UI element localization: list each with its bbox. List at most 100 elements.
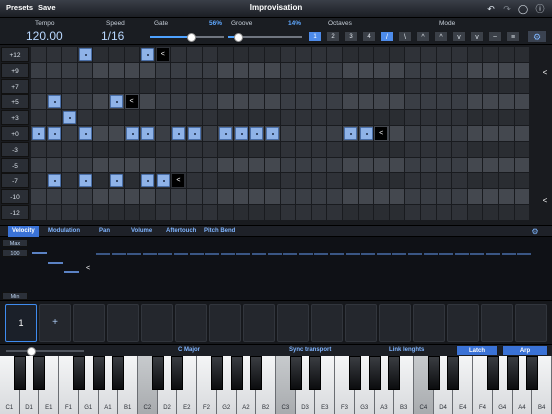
grid-cell[interactable] [514,94,530,110]
grid-cell[interactable] [265,94,280,110]
grid-cell[interactable] [265,110,280,125]
velocity-bar[interactable] [314,253,329,255]
note-step[interactable] [359,127,373,140]
grid-cell[interactable] [31,189,46,204]
presets-button[interactable]: Presets [6,3,33,12]
grid-cell[interactable] [109,110,124,125]
grid-cell[interactable] [374,157,389,173]
grid-cell[interactable] [311,205,327,220]
settings-gear-icon[interactable]: ⚙ [527,30,547,43]
scroll-down-arrow-icon[interactable]: < [539,195,551,207]
grid-cell[interactable] [218,141,233,157]
grid-cell[interactable] [343,94,358,110]
grid-cell[interactable] [140,141,155,157]
grid-cell[interactable] [233,157,249,173]
grid-cell[interactable] [436,157,452,173]
grid-cell[interactable] [311,141,327,157]
velocity-bar[interactable] [267,253,282,255]
grid-cell[interactable] [343,78,358,94]
grid-cell[interactable] [77,205,93,220]
note-step[interactable] [234,127,248,140]
grid-cell[interactable] [421,94,436,110]
grid-cell[interactable] [374,47,389,62]
grid-cell[interactable] [327,94,342,110]
grid-cell[interactable] [93,141,108,157]
row-label-+0[interactable]: +0 [1,126,29,141]
grid-cell[interactable] [514,62,530,78]
row-label-+7[interactable]: +7 [1,78,29,94]
speed-value[interactable]: 1/16 [101,29,124,43]
grid-cell[interactable] [202,205,218,220]
grid-cell[interactable] [187,47,202,62]
velocity-bar[interactable] [142,253,157,255]
grid-cell[interactable] [109,157,124,173]
grid-cell[interactable] [514,173,530,189]
mode-button-6[interactable]: ~ [488,31,502,42]
grid-cell[interactable] [93,78,108,94]
grid-cell[interactable] [296,189,311,204]
grid-cell[interactable] [249,110,264,125]
grid-cell[interactable] [405,62,420,78]
grid-cell[interactable] [124,47,140,62]
grid-cell[interactable] [249,173,264,189]
grid-cell[interactable] [62,141,77,157]
grid-cell[interactable] [218,173,233,189]
grid-cell[interactable] [296,47,311,62]
grid-cell[interactable] [124,141,140,157]
grid-cell[interactable] [265,157,280,173]
grid-cell[interactable] [187,78,202,94]
grid-cell[interactable] [155,205,171,220]
grid-cell[interactable] [436,173,452,189]
grid-cell[interactable] [202,126,218,141]
grid-cell[interactable] [389,94,405,110]
grid-cell[interactable] [405,78,420,94]
velocity-bar[interactable] [32,252,47,254]
grid-cell[interactable] [109,62,124,78]
velocity-bar[interactable] [501,253,516,255]
grid-cell[interactable] [389,62,405,78]
grid-cell[interactable] [405,141,420,157]
pattern-slot[interactable] [447,304,479,342]
grid-cell[interactable] [265,205,280,220]
grid-cell[interactable] [514,126,530,141]
grid-cell[interactable] [514,47,530,62]
grid-cell[interactable] [483,78,498,94]
grid-cell[interactable] [31,141,46,157]
grid-cell[interactable] [202,110,218,125]
grid-cell[interactable] [249,78,264,94]
grid-cell[interactable] [218,78,233,94]
octave-button-4[interactable]: 4 [362,31,376,42]
grid-cell[interactable] [218,110,233,125]
piano-black-key[interactable] [427,356,440,390]
grid-cell[interactable] [62,205,77,220]
grid-cell[interactable] [249,94,264,110]
grid-cell[interactable] [140,94,155,110]
grid-cell[interactable] [296,94,311,110]
grid-cell[interactable] [483,205,498,220]
grid-cell[interactable] [467,94,483,110]
grid-cell[interactable] [31,157,46,173]
grid-cell[interactable] [499,62,514,78]
grid-cell[interactable] [62,94,77,110]
grid-cell[interactable] [140,157,155,173]
row-label--12[interactable]: -12 [1,205,29,220]
note-step[interactable] [188,127,201,140]
grid-cell[interactable] [374,189,389,204]
grid-cell[interactable] [296,141,311,157]
grid-cell[interactable] [171,62,186,78]
pattern-slot[interactable] [141,304,173,342]
note-step[interactable] [172,127,186,140]
grid-cell[interactable] [389,189,405,204]
grid-cell[interactable] [218,157,233,173]
note-step[interactable] [344,127,357,140]
mode-button-5[interactable]: v [470,31,484,42]
grid-cell[interactable] [77,157,93,173]
mode-button-2[interactable]: ^ [416,31,430,42]
note-step[interactable] [47,95,61,109]
velocity-bar[interactable] [236,253,251,255]
velocity-bar[interactable] [220,253,235,255]
grid-cell[interactable] [171,141,186,157]
grid-cell[interactable] [249,47,264,62]
grid-cell[interactable] [483,110,498,125]
pattern-slot[interactable] [515,304,547,342]
